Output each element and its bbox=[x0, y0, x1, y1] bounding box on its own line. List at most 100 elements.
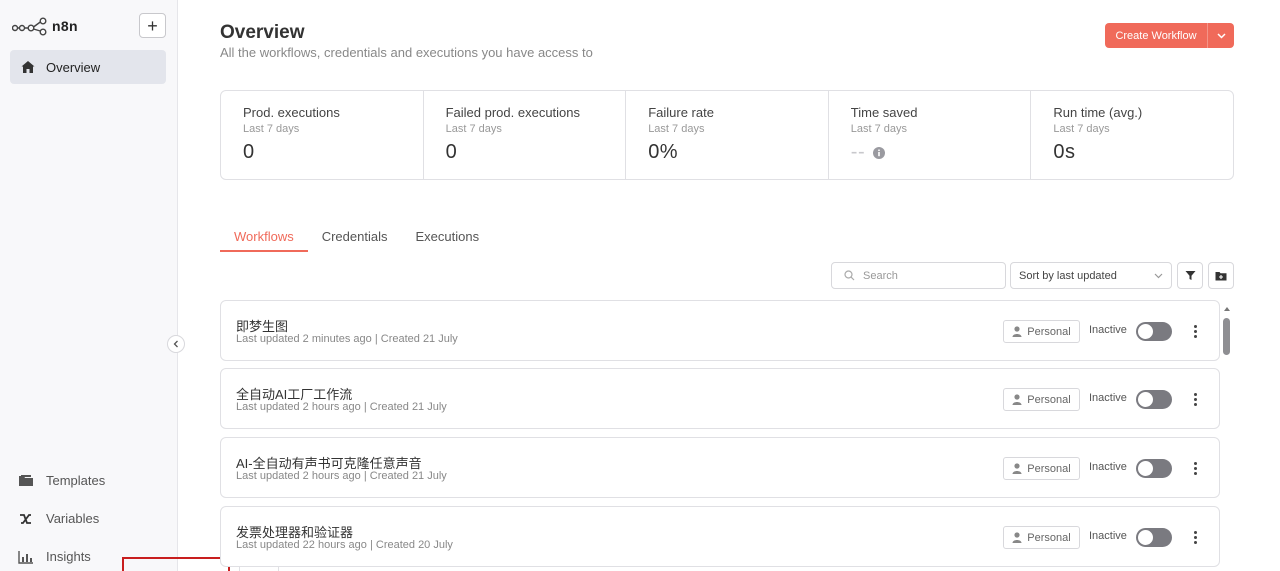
status-label: Inactive bbox=[1089, 461, 1127, 473]
workflow-card[interactable]: 发票处理器和验证器 Last updated 22 hours ago | Cr… bbox=[220, 506, 1220, 567]
stat-run-time: Run time (avg.) Last 7 days 0s bbox=[1031, 91, 1233, 179]
stat-label: Time saved bbox=[850, 105, 918, 120]
stat-failed-prod-executions: Failed prod. executions Last 7 days 0 bbox=[424, 91, 627, 179]
scrollbar-thumb[interactable] bbox=[1223, 318, 1230, 355]
workflow-updated: Last updated 22 hours ago bbox=[236, 539, 367, 551]
collapse-sidebar-button[interactable] bbox=[167, 335, 185, 353]
workflow-updated: Last updated 2 hours ago bbox=[236, 401, 361, 413]
user-icon bbox=[1012, 394, 1022, 405]
stat-value: 0s bbox=[1053, 141, 1076, 163]
workflow-updated: Last updated 2 minutes ago bbox=[236, 333, 372, 345]
workflow-meta: Last updated 2 minutes ago | Created 21 … bbox=[236, 333, 458, 345]
workflow-created: Created 21 July bbox=[369, 470, 447, 482]
owner-badge: Personal bbox=[1003, 457, 1080, 480]
home-icon bbox=[21, 61, 35, 73]
page-title: Overview bbox=[220, 22, 305, 43]
highlight-box bbox=[122, 557, 230, 571]
workflow-created: Created 21 July bbox=[380, 333, 458, 345]
toggle-knob bbox=[1138, 392, 1153, 407]
filter-icon bbox=[1185, 271, 1195, 280]
stat-value: 0 bbox=[243, 141, 255, 163]
sidebar-item-label: Templates bbox=[46, 473, 106, 488]
stat-prod-executions: Prod. executions Last 7 days 0 bbox=[221, 91, 424, 179]
toggle-knob bbox=[1138, 324, 1153, 339]
page-subtitle: All the workflows, credentials and execu… bbox=[220, 45, 593, 60]
add-button[interactable]: + bbox=[139, 13, 166, 38]
workflow-updated: Last updated 2 hours ago bbox=[236, 470, 361, 482]
chart-icon bbox=[18, 550, 33, 564]
stat-failure-rate: Failure rate Last 7 days 0% bbox=[626, 91, 829, 179]
active-toggle[interactable] bbox=[1136, 390, 1172, 409]
owner-label: Personal bbox=[1027, 462, 1071, 475]
chevron-down-icon bbox=[1216, 32, 1226, 39]
folder-plus-icon bbox=[1215, 271, 1227, 280]
stat-period: Last 7 days bbox=[850, 123, 908, 135]
workflow-created: Created 21 July bbox=[369, 401, 447, 413]
tab-workflows[interactable]: Workflows bbox=[220, 226, 308, 252]
more-options-icon[interactable] bbox=[1189, 527, 1201, 547]
sidebar-item-label: Overview bbox=[46, 59, 101, 75]
sidebar-item-label: Variables bbox=[46, 511, 100, 526]
stat-label: Failed prod. executions bbox=[445, 105, 581, 120]
filter-button[interactable] bbox=[1177, 262, 1203, 289]
create-workflow-button[interactable]: Create Workflow bbox=[1105, 23, 1234, 48]
chevron-down-icon bbox=[1154, 273, 1163, 278]
sidebar-item-insights[interactable]: Insights bbox=[18, 549, 91, 564]
stat-label: Prod. executions bbox=[243, 105, 340, 120]
stat-period: Last 7 days bbox=[1053, 123, 1110, 135]
stat-value: 0 bbox=[445, 141, 458, 163]
scroll-up-arrow[interactable] bbox=[1224, 307, 1230, 311]
more-options-icon[interactable] bbox=[1189, 389, 1201, 409]
tab-credentials[interactable]: Credentials bbox=[308, 226, 402, 252]
sort-value: Sort by last updated bbox=[1019, 269, 1117, 282]
workflow-card[interactable]: 全自动AI工厂工作流 Last updated 2 hours ago | Cr… bbox=[220, 368, 1220, 429]
search-box[interactable] bbox=[831, 262, 1006, 289]
active-toggle[interactable] bbox=[1136, 528, 1172, 547]
workflow-card[interactable]: 即梦生图 Last updated 2 minutes ago | Create… bbox=[220, 300, 1220, 361]
toggle-knob bbox=[1138, 530, 1153, 545]
chevron-left-icon bbox=[173, 340, 178, 348]
sidebar-item-label: Insights bbox=[46, 549, 91, 564]
stat-period: Last 7 days bbox=[445, 123, 502, 135]
owner-label: Personal bbox=[1027, 531, 1071, 544]
n8n-logo-icon bbox=[12, 17, 47, 36]
stat-label: Failure rate bbox=[648, 105, 714, 120]
tab-executions[interactable]: Executions bbox=[401, 226, 493, 252]
sidebar-item-variables[interactable]: Variables bbox=[18, 511, 99, 526]
owner-badge: Personal bbox=[1003, 388, 1080, 411]
active-toggle[interactable] bbox=[1136, 322, 1172, 341]
sidebar: n8n + Overview Templates Variables Insig… bbox=[0, 0, 178, 571]
sidebar-item-templates[interactable]: Templates bbox=[18, 473, 105, 488]
owner-label: Personal bbox=[1027, 393, 1071, 406]
more-options-icon[interactable] bbox=[1189, 321, 1201, 341]
status-label: Inactive bbox=[1089, 530, 1127, 542]
info-icon[interactable] bbox=[873, 146, 886, 159]
search-input[interactable] bbox=[863, 269, 993, 282]
owner-label: Personal bbox=[1027, 325, 1071, 338]
search-icon bbox=[844, 270, 855, 281]
status-label: Inactive bbox=[1089, 392, 1127, 404]
create-workflow-label[interactable]: Create Workflow bbox=[1105, 23, 1208, 48]
templates-icon bbox=[19, 474, 33, 486]
owner-badge: Personal bbox=[1003, 320, 1080, 343]
status-label: Inactive bbox=[1089, 324, 1127, 336]
sidebar-item-overview[interactable]: Overview bbox=[10, 50, 166, 84]
workflow-meta: Last updated 2 hours ago | Created 21 Ju… bbox=[236, 401, 447, 413]
stat-period: Last 7 days bbox=[648, 123, 705, 135]
workflow-card[interactable]: AI-全自动有声书可克隆任意声音 Last updated 2 hours ag… bbox=[220, 437, 1220, 498]
stat-value-row: -- bbox=[851, 141, 1031, 164]
user-icon bbox=[1012, 532, 1022, 543]
create-dropdown-toggle[interactable] bbox=[1208, 23, 1234, 48]
more-options-icon[interactable] bbox=[1189, 458, 1201, 478]
workflow-created: Created 20 July bbox=[375, 539, 453, 551]
stat-label: Run time (avg.) bbox=[1053, 105, 1143, 120]
user-icon bbox=[1012, 463, 1022, 474]
active-toggle[interactable] bbox=[1136, 459, 1172, 478]
stat-time-saved: Time saved Last 7 days -- bbox=[829, 91, 1032, 179]
stat-value: 0% bbox=[648, 141, 679, 163]
tabs: Workflows Credentials Executions bbox=[220, 226, 493, 252]
stats-panel: Prod. executions Last 7 days 0 Failed pr… bbox=[220, 90, 1234, 180]
workflow-meta: Last updated 22 hours ago | Created 20 J… bbox=[236, 539, 453, 551]
sort-select[interactable]: Sort by last updated bbox=[1010, 262, 1172, 289]
add-folder-button[interactable] bbox=[1208, 262, 1234, 289]
